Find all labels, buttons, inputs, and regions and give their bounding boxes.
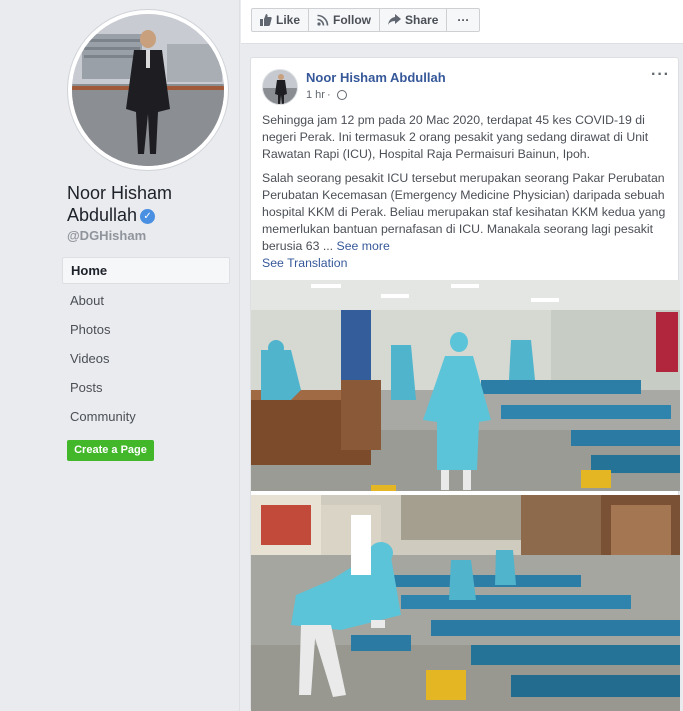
post-card: Noor Hisham Abdullah 1 hr · ··· Sehingga… (250, 57, 680, 711)
more-actions-button[interactable]: ··· (447, 9, 479, 31)
verified-badge-icon: ✓ (140, 208, 156, 224)
post-author-avatar[interactable] (262, 69, 298, 105)
create-page-button[interactable]: Create a Page (67, 440, 154, 461)
profile-photo-image (72, 14, 224, 166)
post-options-button[interactable]: ··· (651, 66, 670, 84)
follow-label: Follow (333, 13, 372, 27)
nav-item-about[interactable]: About (62, 286, 230, 315)
share-button[interactable]: Share (380, 9, 448, 31)
page-title-text: Noor Hisham Abdullah (67, 183, 173, 225)
nav-item-photos[interactable]: Photos (62, 315, 230, 344)
page-action-bar: Like Follow Share ··· (241, 0, 683, 44)
share-label: Share (405, 13, 439, 27)
thumbs-up-icon (260, 14, 272, 26)
post-photo[interactable] (251, 280, 680, 491)
see-translation-link[interactable]: See Translation (262, 255, 672, 272)
post-author-name[interactable]: Noor Hisham Abdullah (306, 70, 446, 85)
post-photo[interactable] (251, 495, 680, 711)
nav-item-home[interactable]: Home (62, 257, 230, 284)
like-label: Like (276, 13, 301, 27)
public-globe-icon[interactable] (336, 90, 347, 100)
post-paragraph: Sehingga jam 12 pm pada 20 Mac 2020, ter… (262, 113, 649, 161)
nav-item-posts[interactable]: Posts (62, 373, 230, 402)
nav-item-community[interactable]: Community (62, 402, 230, 431)
page-nav: Home About Photos Videos Posts Community (62, 257, 230, 431)
post-body: Sehingga jam 12 pm pada 20 Mac 2020, ter… (262, 112, 672, 272)
follow-button[interactable]: Follow (309, 9, 381, 31)
page-handle[interactable]: @DGHisham (67, 228, 146, 243)
see-more-link[interactable]: See more (337, 239, 390, 253)
page-title[interactable]: Noor Hisham Abdullah ✓ (67, 182, 227, 226)
share-arrow-icon (388, 14, 402, 25)
post-timestamp[interactable]: 1 hr (306, 89, 325, 101)
post-meta: 1 hr · (306, 89, 347, 101)
like-button[interactable]: Like (252, 9, 310, 31)
page-actions: Like Follow Share ··· (251, 8, 481, 32)
nav-item-videos[interactable]: Videos (62, 344, 230, 373)
more-dots-icon: ··· (457, 13, 470, 27)
profile-picture[interactable] (68, 10, 228, 170)
rss-follow-icon (317, 14, 329, 26)
post-paragraph-text: Salah seorang pesakit ICU tersebut merup… (262, 171, 666, 253)
post-paragraph: Salah seorang pesakit ICU tersebut merup… (262, 170, 672, 255)
page-sidebar: Noor Hisham Abdullah ✓ @DGHisham Home Abo… (0, 0, 240, 711)
